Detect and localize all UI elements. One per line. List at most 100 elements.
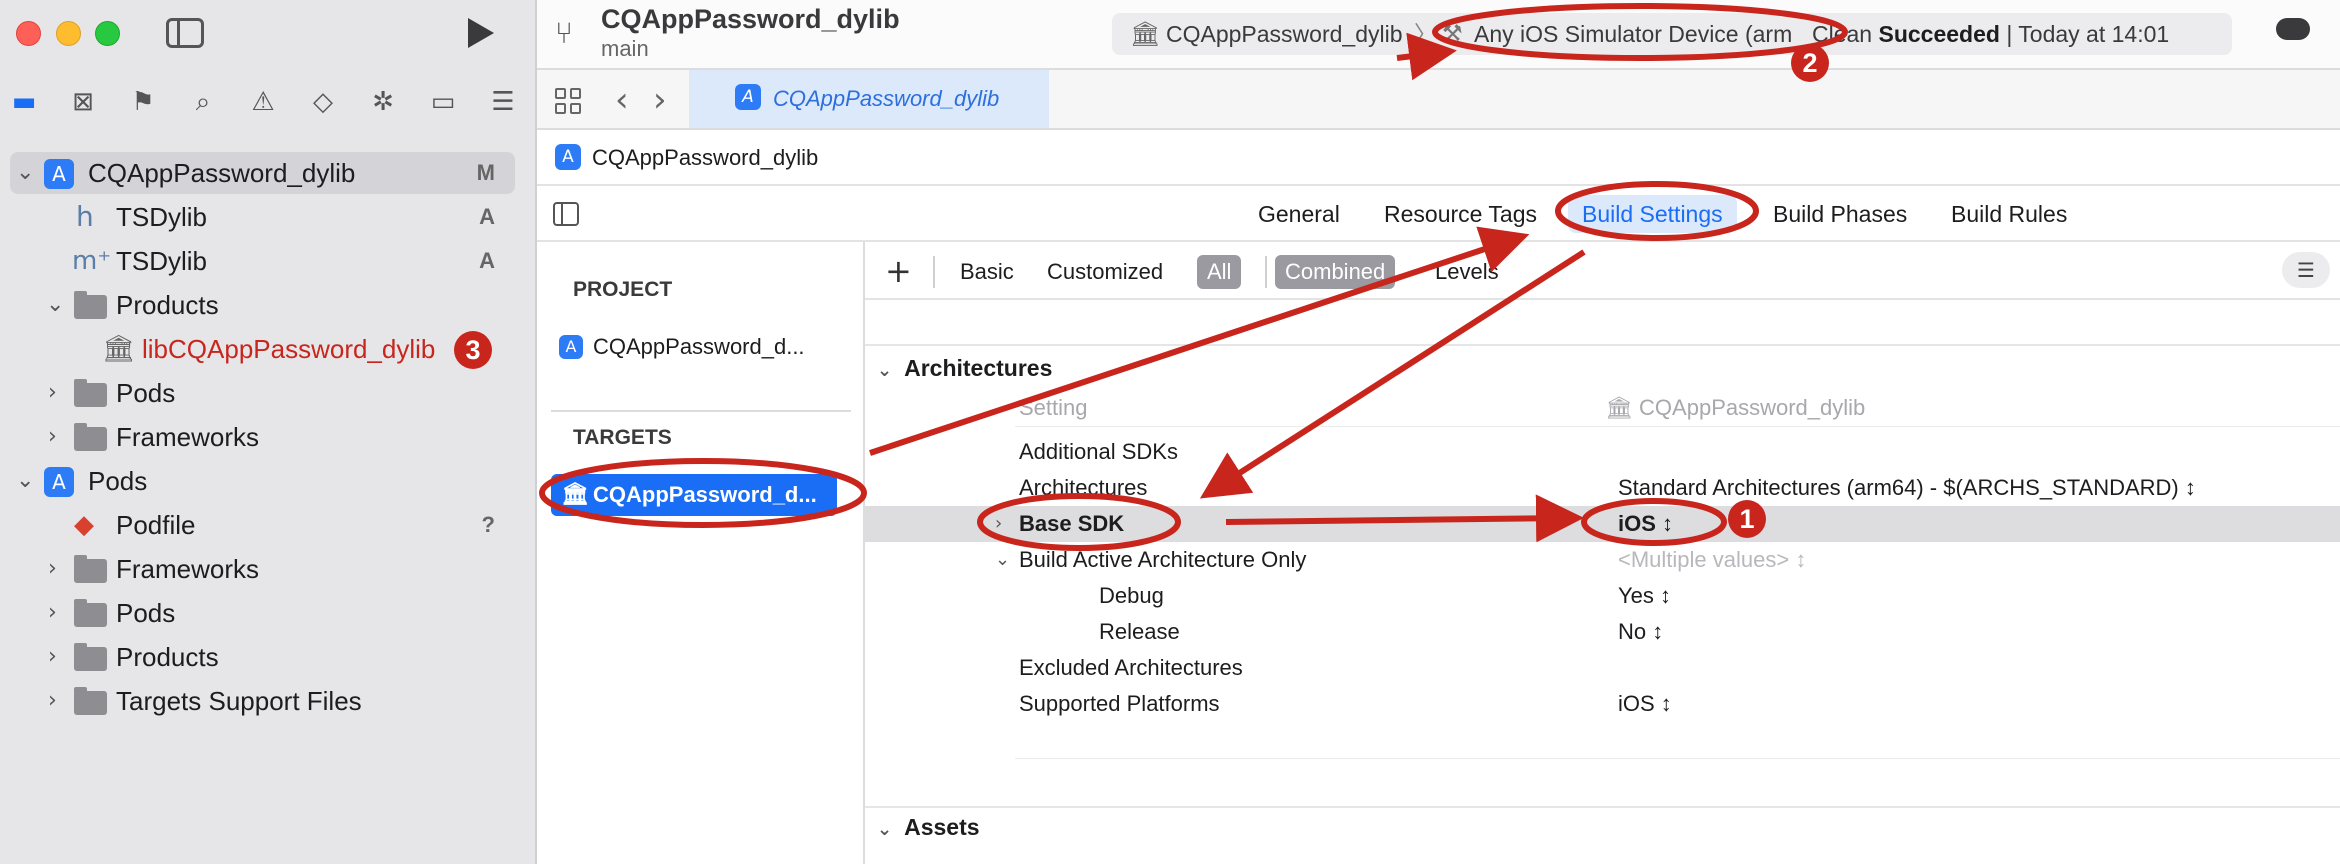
chevron-right-icon[interactable]: › — [48, 372, 57, 414]
window-toolbar: ⑂ CQAppPassword_dylib main 🏛 CQAppPasswo… — [537, 0, 2340, 70]
test-icon[interactable]: ◇ — [307, 86, 339, 118]
setting-row[interactable]: Additional SDKs — [865, 434, 2340, 470]
column-header-target-label: CQAppPassword_dylib — [1639, 395, 1866, 420]
folder-icon[interactable]: ▬ — [8, 86, 40, 118]
tab-resource-tags[interactable]: Resource Tags — [1384, 186, 1537, 242]
chevron-right-icon[interactable]: › — [48, 416, 57, 458]
tab-build-settings[interactable]: Build Settings — [1568, 195, 1737, 233]
group-architectures[interactable]: ⌄ Architectures — [877, 355, 1052, 382]
tree-item-frameworks-group[interactable]: › Frameworks — [10, 416, 515, 458]
divider — [1265, 256, 1267, 288]
filter-combined[interactable]: Combined — [1275, 255, 1396, 289]
chevron-down-icon[interactable]: ⌄ — [16, 152, 34, 194]
folder-icon — [74, 687, 107, 715]
tree-item-header-file[interactable]: h TSDylib A — [10, 196, 515, 238]
target-item-label: CQAppPassword_d... — [593, 482, 817, 507]
filter-icon[interactable]: ☰ — [2282, 252, 2330, 288]
search-icon[interactable]: ⌕ — [187, 86, 219, 118]
editor-tab-bar: ‹ › A CQAppPassword_dylib — [537, 70, 2340, 130]
bookmark-icon[interactable]: ⚑ — [127, 86, 159, 118]
destination-selector[interactable]: Any iOS Simulator Device (arm — [1474, 13, 1799, 55]
setting-value[interactable]: <Multiple values> ↕ — [1618, 542, 1806, 578]
setting-name: Excluded Architectures — [1019, 655, 1243, 680]
chevron-down-icon[interactable]: ⌄ — [16, 460, 34, 502]
setting-value[interactable]: iOS ↕ — [1618, 686, 1672, 722]
setting-row[interactable]: Excluded Architectures — [865, 650, 2340, 686]
breadcrumb-separator: 〉 — [1414, 21, 1437, 47]
setting-row-selected[interactable]: › Base SDK iOS ↕ — [865, 506, 2340, 542]
filter-levels[interactable]: Levels — [1425, 255, 1509, 289]
setting-value[interactable]: No ↕ — [1618, 614, 1663, 650]
debug-icon[interactable]: ✲ — [367, 86, 399, 118]
report-icon[interactable]: ☰ — [487, 86, 519, 118]
tree-item-implementation-file[interactable]: m⁺ TSDylib A — [10, 240, 515, 282]
setting-value[interactable]: iOS ↕ — [1618, 506, 1673, 542]
tree-item-product-library[interactable]: 🏛 libCQAppPassword_dylib — [10, 328, 515, 370]
warning-icon[interactable]: ⚠ — [247, 86, 279, 118]
branch-name[interactable]: main — [601, 36, 649, 62]
run-icon[interactable] — [468, 18, 494, 48]
tab-build-phases[interactable]: Build Phases — [1773, 186, 1907, 242]
tree-item-label: TSDylib — [116, 246, 208, 276]
tab-general[interactable]: General — [1258, 186, 1340, 242]
setting-row[interactable]: Debug Yes ↕ — [865, 578, 2340, 614]
tree-item-label: Pods — [116, 598, 176, 628]
tree-item-project[interactable]: ⌄ A CQAppPassword_dylib M — [10, 152, 515, 194]
chevron-right-icon[interactable]: › — [48, 592, 57, 634]
filter-basic[interactable]: Basic — [950, 255, 1024, 289]
forward-arrow-icon[interactable]: › — [653, 80, 667, 120]
group-assets[interactable]: ⌄ Assets — [877, 814, 980, 841]
app-project-icon: A — [735, 84, 761, 110]
minimize-window-button[interactable] — [56, 21, 81, 46]
sidebar-panel-icon[interactable] — [553, 202, 579, 226]
editor-tab[interactable]: A CQAppPassword_dylib — [689, 70, 1049, 128]
ruby-gem-icon: ◆ — [74, 510, 94, 540]
setting-row[interactable]: Supported Platforms iOS ↕ — [865, 686, 2340, 722]
chevron-right-icon[interactable]: › — [48, 680, 57, 722]
setting-row[interactable]: ⌄ Build Active Architecture Only <Multip… — [865, 542, 2340, 578]
hammer-icon: ⚒ — [1442, 21, 1463, 47]
setting-row[interactable]: Architectures Standard Architectures (ar… — [865, 470, 2340, 506]
add-icon[interactable]: + — [885, 242, 912, 300]
library-icon: 🏛 — [561, 482, 589, 507]
setting-value[interactable]: Standard Architectures (arm64) - $(ARCHS… — [1618, 470, 2196, 506]
tree-item-products-group[interactable]: › Products — [10, 636, 515, 678]
jump-bar-item[interactable]: CQAppPassword_dylib — [592, 130, 818, 186]
setting-row[interactable]: Release No ↕ — [865, 614, 2340, 650]
tree-item-pods-group[interactable]: › Pods — [10, 372, 515, 414]
back-arrow-icon[interactable]: ‹ — [615, 80, 629, 120]
source-control-icon[interactable]: ⊠ — [67, 86, 99, 118]
close-window-button[interactable] — [16, 21, 41, 46]
filter-all[interactable]: All — [1197, 255, 1242, 289]
tree-item-pods-group[interactable]: › Pods — [10, 592, 515, 634]
chevron-right-icon[interactable]: › — [48, 548, 57, 590]
breakpoint-icon[interactable]: ▭ — [427, 86, 459, 118]
build-settings-filter-bar: + Basic Customized All Combined Levels ☰ — [865, 242, 2340, 300]
project-item[interactable]: A CQAppPassword_d... — [551, 326, 837, 368]
chevron-right-icon[interactable]: › — [48, 636, 57, 678]
target-item[interactable]: 🏛 CQAppPassword_d... — [551, 474, 837, 516]
app-project-icon: A — [555, 144, 581, 170]
grid-icon[interactable] — [555, 88, 583, 116]
chevron-right-icon[interactable]: › — [995, 506, 1002, 542]
cloud-status-icon[interactable] — [2276, 18, 2310, 40]
tree-item-frameworks-group[interactable]: › Frameworks — [10, 548, 515, 590]
chevron-down-icon: ⌄ — [877, 360, 893, 381]
annotation-badge-2: 2 — [1791, 44, 1829, 82]
divider — [1015, 426, 2340, 427]
tree-item-products-group[interactable]: ⌄ Products — [10, 284, 515, 326]
tree-item-podfile[interactable]: ◆ Podfile ? — [10, 504, 515, 546]
status-prefix: Clean — [1812, 21, 1879, 47]
tab-build-rules[interactable]: Build Rules — [1951, 186, 2067, 242]
chevron-down-icon[interactable]: ⌄ — [995, 542, 1010, 578]
folder-icon — [74, 599, 107, 627]
source-control-badge: M — [476, 160, 495, 185]
tree-item-targets-support-group[interactable]: › Targets Support Files — [10, 680, 515, 722]
chevron-down-icon[interactable]: ⌄ — [46, 284, 64, 326]
scheme-selector[interactable]: CQAppPassword_dylib — [1166, 13, 1403, 55]
filter-customized[interactable]: Customized — [1037, 255, 1173, 289]
zoom-window-button[interactable] — [95, 21, 120, 46]
sidebar-toggle-icon[interactable] — [166, 18, 204, 48]
tree-item-pods-project[interactable]: ⌄ A Pods — [10, 460, 515, 502]
setting-value[interactable]: Yes ↕ — [1618, 578, 1671, 614]
